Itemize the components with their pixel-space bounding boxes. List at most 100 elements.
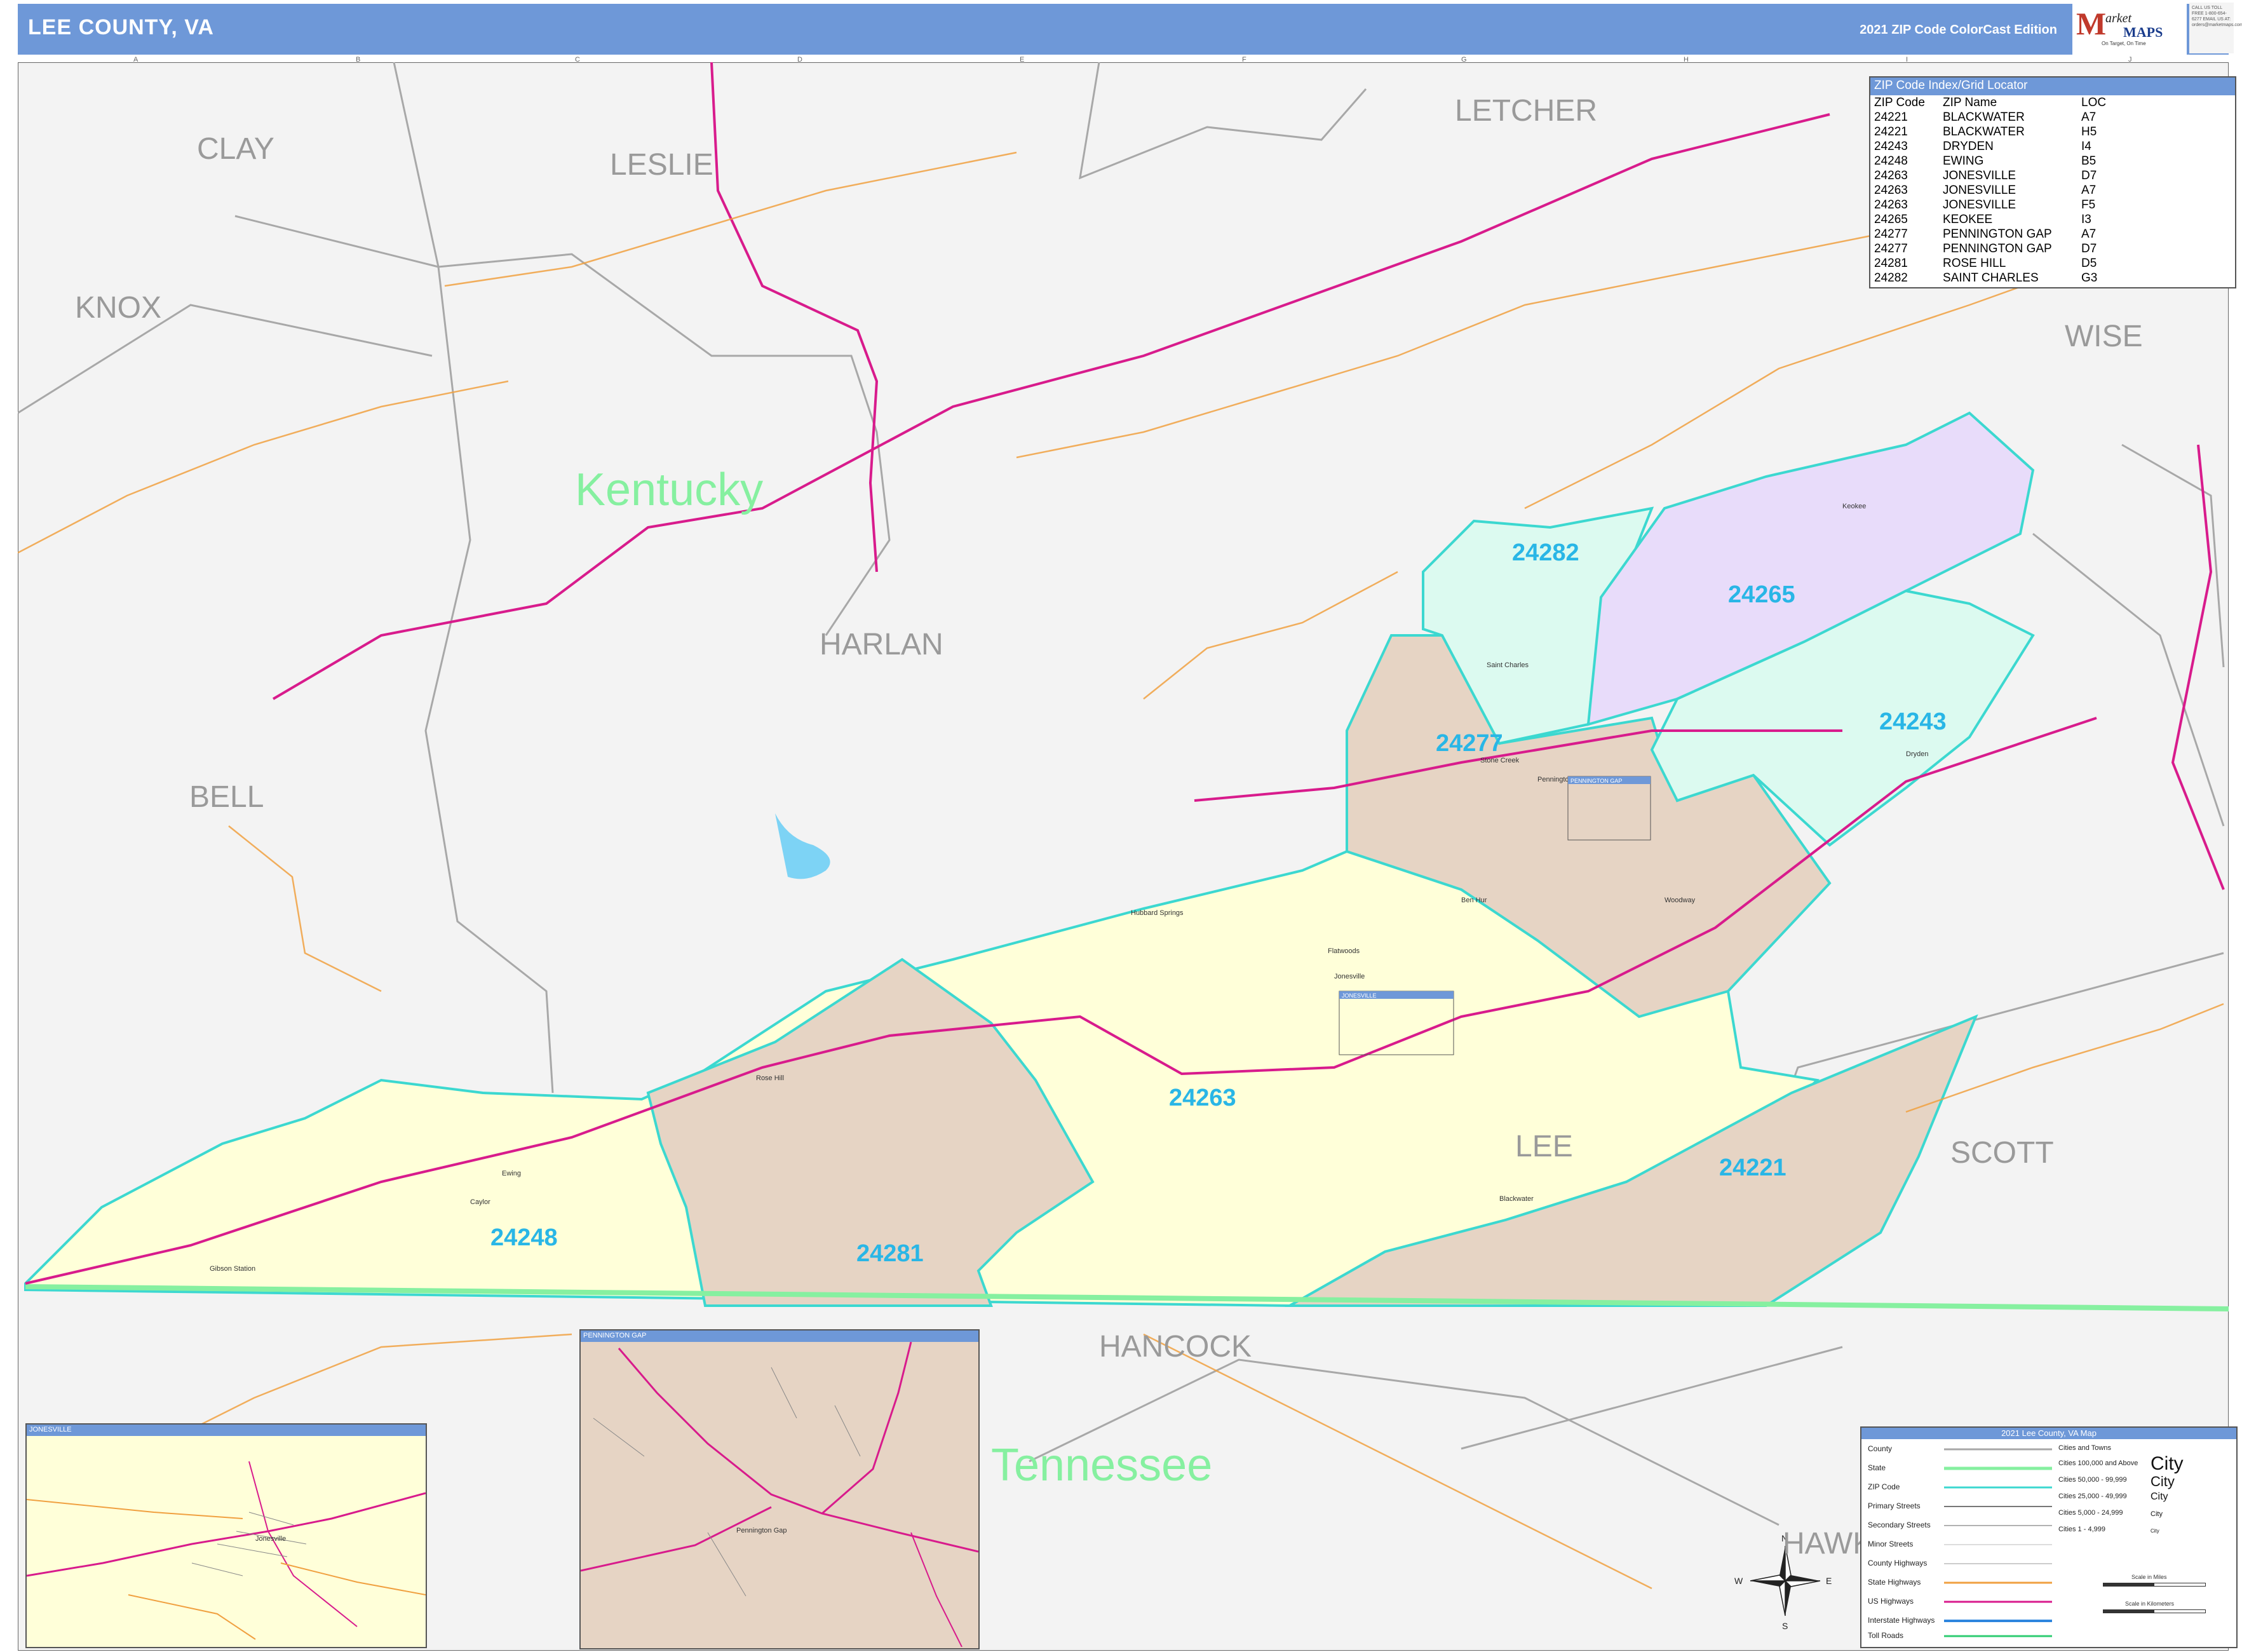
zip-loc: H5 — [2081, 125, 2097, 139]
zip-label-24248: 24248 — [490, 1224, 558, 1251]
zip-code: 24243 — [1874, 140, 1908, 153]
table-row: 24221 BLACKWATER A7 — [1872, 110, 2109, 125]
contact-box: CALL US TOLL FREE 1-800-654-6277 EMAIL U… — [2189, 3, 2242, 53]
zip-name: JONESVILLE — [1943, 169, 2016, 182]
zip-label-24221: 24221 — [1719, 1154, 1786, 1181]
zip-name: JONESVILLE — [1943, 184, 2016, 197]
county-label-leslie: LESLIE — [610, 148, 713, 182]
zip-code: 24265 — [1874, 213, 1908, 226]
zip-loc: D7 — [2081, 169, 2097, 182]
zip-loc: I4 — [2081, 140, 2091, 153]
zip-code: 24282 — [1874, 271, 1908, 285]
scale-bar-km — [2103, 1609, 2206, 1613]
place-keokee: Keokee — [1842, 503, 1866, 510]
place-woodway: Woodway — [1665, 897, 1696, 904]
county-label-letcher: LETCHER — [1455, 94, 1597, 128]
zip-code: 24221 — [1874, 111, 1908, 124]
zip-code: 24277 — [1874, 227, 1908, 241]
place-gibson-station: Gibson Station — [210, 1265, 255, 1273]
county-label-knox: KNOX — [75, 291, 161, 325]
zip-loc: G3 — [2081, 271, 2098, 285]
table-row: 24265 KEOKEE I3 — [1872, 212, 2109, 227]
place-flatwoods: Flatwoods — [1328, 947, 1360, 955]
zip-code-index: ZIP Code Index/Grid Locator ZIP Code ZIP… — [1869, 76, 2236, 288]
legend-city-size-5: Cities 1 - 4,999 — [2058, 1526, 2105, 1533]
zip-loc: D5 — [2081, 257, 2097, 270]
legend-city-m: City — [2151, 1491, 2168, 1502]
zip-code: 24248 — [1874, 154, 1908, 168]
zip-loc: A7 — [2081, 227, 2097, 241]
table-row: 24281 ROSE HILL D5 — [1872, 256, 2109, 271]
zip-label-24277: 24277 — [1436, 730, 1503, 757]
zip-index-col-name: ZIP Name — [1943, 96, 1997, 109]
legend-swatches — [1944, 1448, 2052, 1637]
legend-city-size-1: Cities 100,000 and Above — [2058, 1459, 2138, 1467]
legend-scale-km: Scale in Kilometers — [2125, 1601, 2175, 1607]
legend-state-hwy: State Highways — [1868, 1578, 1921, 1587]
zip-index-col-zip: ZIP Code — [1874, 96, 1925, 109]
logo-letter: M — [2076, 6, 2107, 41]
zip-name: JONESVILLE — [1943, 198, 2016, 212]
legend-interstate: Interstate Highways — [1868, 1616, 1935, 1625]
legend-primary: Primary Streets — [1868, 1501, 1921, 1510]
header-bar: LEE COUNTY, VA 2021 ZIP Code ColorCast E… — [18, 4, 2229, 55]
county-label-bell: BELL — [189, 780, 264, 814]
place-saint-charles: Saint Charles — [1487, 661, 1529, 669]
inset-jonesville-place: Jonesville — [255, 1535, 286, 1543]
zip-code: 24277 — [1874, 242, 1908, 255]
legend-state: State — [1868, 1463, 1886, 1472]
zip-name: PENNINGTON GAP — [1943, 242, 2052, 255]
zip-name: BLACKWATER — [1943, 111, 2025, 124]
inset-jonesville[interactable]: JONESVILLE Jonesville — [25, 1423, 427, 1648]
zip-name: BLACKWATER — [1943, 125, 2025, 139]
legend-toll: Toll Roads — [1868, 1631, 1904, 1640]
county-map[interactable]: CLAY LESLIE LETCHER KNOX WISE HARLAN BEL… — [18, 62, 2229, 1651]
county-label-harlan: HARLAN — [820, 628, 943, 661]
zip-code: 24263 — [1874, 184, 1908, 197]
zip-loc: D7 — [2081, 242, 2097, 255]
inset-pennington-gap[interactable]: PENNINGTON GAP Pennington Gap — [579, 1329, 980, 1649]
zip-label-24282: 24282 — [1512, 539, 1579, 566]
zip-loc: I3 — [2081, 213, 2091, 226]
table-row: 24282 SAINT CHARLES G3 — [1872, 271, 2109, 285]
state-label-tennessee: Tennessee — [991, 1440, 1212, 1491]
zip-index-table: ZIP Code ZIP Name LOC 24221 BLACKWATER A7 … — [1872, 95, 2109, 285]
zip-loc: F5 — [2081, 198, 2096, 212]
place-stone-creek: Stone Creek — [1480, 757, 1520, 764]
zip-name: PENNINGTON GAP — [1943, 227, 2052, 241]
inset-pennington-title: PENNINGTON GAP — [581, 1330, 978, 1342]
table-row: 24263 JONESVILLE A7 — [1872, 183, 2109, 198]
legend-title: 2021 Lee County, VA Map — [1861, 1428, 2236, 1439]
place-rose-hill: Rose Hill — [756, 1074, 784, 1082]
county-label-hancock: HANCOCK — [1099, 1330, 1252, 1364]
zip-name: EWING — [1943, 154, 1984, 168]
zip-code: 24263 — [1874, 198, 1908, 212]
logo-bottom: MAPS — [2123, 24, 2163, 40]
legend-city-l: City — [2151, 1473, 2175, 1489]
place-hubbard-springs: Hubbard Springs — [1131, 909, 1184, 917]
legend-county: County — [1868, 1444, 1893, 1453]
legend-us-hwy: US Highways — [1868, 1597, 1914, 1606]
zip-code: 24263 — [1874, 169, 1908, 182]
legend-zip: ZIP Code — [1868, 1482, 1900, 1491]
inset-pennington-place: Pennington Gap — [736, 1527, 787, 1534]
table-row: 24248 EWING B5 — [1872, 154, 2109, 168]
legend-city-xs: City — [2151, 1528, 2159, 1534]
legend-city-size-3: Cities 25,000 - 49,999 — [2058, 1493, 2127, 1500]
county-label-lee: LEE — [1515, 1130, 1573, 1163]
place-ben-hur: Ben Hur — [1461, 897, 1487, 904]
zip-name: ROSE HILL — [1943, 257, 2006, 270]
zip-label-24243: 24243 — [1879, 708, 1947, 735]
legend-county-hwy: County Highways — [1868, 1559, 1928, 1567]
legend-minor: Minor Streets — [1868, 1540, 1914, 1548]
compass-e: E — [1826, 1576, 1832, 1586]
place-dryden: Dryden — [1906, 750, 1928, 758]
place-jonesville: Jonesville — [1334, 973, 1365, 980]
zip-index-title: ZIP Code Index/Grid Locator — [1870, 78, 2235, 95]
table-row: 24243 DRYDEN I4 — [1872, 139, 2109, 154]
compass-s: S — [1782, 1621, 1788, 1631]
inset-pennington-map: Pennington Gap — [580, 1341, 979, 1648]
state-label-kentucky: Kentucky — [575, 464, 763, 515]
legend-city-xl: City — [2151, 1453, 2184, 1474]
zip-index-header: ZIP Code ZIP Name LOC — [1872, 95, 2109, 110]
